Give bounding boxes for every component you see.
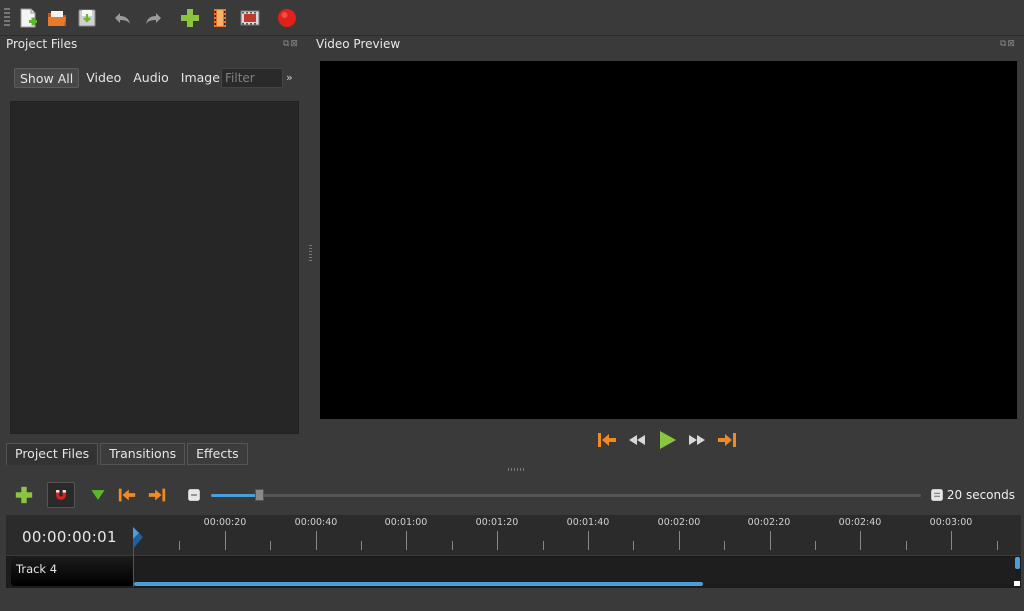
project-files-list[interactable]: [10, 101, 299, 434]
track-name: Track 4: [16, 562, 58, 576]
tab-transitions[interactable]: Transitions: [100, 443, 186, 465]
filter-image[interactable]: Image: [176, 68, 225, 88]
file-filter-tabs: Show All Video Audio Image: [14, 68, 225, 88]
time-label: 00:01:40: [566, 517, 610, 528]
add-marker-button[interactable]: [86, 484, 110, 506]
timeline-end-marker: [1014, 581, 1020, 586]
save-project-icon[interactable]: [74, 5, 100, 31]
play-button[interactable]: [656, 429, 678, 451]
video-preview-title: Video Preview: [316, 37, 401, 51]
jump-to-start-button[interactable]: [596, 429, 618, 451]
playback-controls: [596, 429, 738, 453]
major-tick: [679, 531, 680, 550]
time-label: 00:02:20: [747, 517, 791, 528]
time-label: 00:00:40: [294, 517, 338, 528]
current-timecode: 00:00:00:01: [22, 528, 117, 546]
toolbar-grip[interactable]: [4, 8, 10, 28]
time-label: 00:01:00: [384, 517, 428, 528]
major-tick: [225, 531, 226, 550]
major-tick: [406, 531, 407, 550]
minor-tick: [633, 541, 634, 550]
track-lane[interactable]: [134, 558, 1016, 584]
fast-forward-button[interactable]: [686, 429, 708, 451]
minor-tick: [452, 541, 453, 550]
rewind-icon: [629, 435, 645, 445]
marker-icon: [91, 490, 105, 500]
snapping-toggle-button[interactable]: [47, 482, 75, 508]
tab-effects[interactable]: Effects: [187, 443, 248, 465]
minor-tick: [270, 541, 271, 550]
video-preview-dock-buttons[interactable]: ⧉⊠: [1000, 39, 1016, 49]
play-icon: [660, 431, 676, 449]
record-icon[interactable]: [274, 5, 300, 31]
major-tick: [770, 531, 771, 550]
zoom-in-button[interactable]: [925, 484, 949, 506]
fast-forward-icon: [689, 435, 705, 445]
rewind-button[interactable]: [626, 429, 648, 451]
jump-end-icon: [718, 433, 736, 447]
filter-input[interactable]: [221, 68, 283, 88]
choose-profile-icon[interactable]: [207, 5, 233, 31]
zoom-out-icon: [188, 489, 200, 501]
jump-to-end-button[interactable]: [716, 429, 738, 451]
major-tick: [860, 531, 861, 550]
jump-start-icon: [598, 433, 616, 447]
undo-icon[interactable]: [110, 5, 136, 31]
zoom-level-label: 20 seconds: [946, 488, 1015, 502]
timeline-scrollbar[interactable]: [134, 582, 703, 586]
major-tick: [316, 531, 317, 550]
timeline-scroll-handle[interactable]: [1015, 557, 1020, 569]
export-video-icon[interactable]: [237, 5, 263, 31]
tab-project-files[interactable]: Project Files: [6, 443, 99, 465]
zoom-slider-track[interactable]: [211, 494, 921, 497]
project-files-dock-buttons[interactable]: ⧉⊠: [283, 39, 299, 49]
zoom-in-icon: [931, 489, 943, 501]
filter-show-all[interactable]: Show All: [14, 68, 80, 88]
minor-tick: [179, 541, 180, 550]
project-files-title: Project Files: [6, 37, 78, 51]
previous-marker-button[interactable]: [115, 484, 139, 506]
add-track-icon: [15, 486, 33, 504]
previous-marker-icon: [118, 488, 136, 502]
main-toolbar: [0, 0, 1024, 36]
video-preview-screen: [320, 61, 1017, 419]
toolbar-extension-button[interactable]: »: [286, 71, 293, 84]
minor-tick: [815, 541, 816, 550]
dock-tabs: Project Files Transitions Effects: [6, 443, 250, 465]
open-project-icon[interactable]: [44, 5, 70, 31]
minor-tick: [906, 541, 907, 550]
new-project-icon[interactable]: [15, 5, 41, 31]
zoom-out-button[interactable]: [182, 484, 206, 506]
add-track-button[interactable]: [12, 484, 36, 506]
major-tick: [588, 531, 589, 550]
major-tick: [951, 531, 952, 550]
time-label: 00:02:40: [838, 517, 882, 528]
minor-tick: [543, 541, 544, 550]
horizontal-splitter-handle[interactable]: [508, 468, 524, 471]
import-files-icon[interactable]: [177, 5, 203, 31]
minor-tick: [997, 541, 998, 550]
major-tick: [497, 531, 498, 550]
time-label: 00:01:20: [475, 517, 519, 528]
magnet-icon: [56, 490, 66, 500]
filter-audio[interactable]: Audio: [128, 68, 174, 88]
time-label: 00:00:20: [203, 517, 247, 528]
playhead-line: [133, 540, 134, 587]
next-marker-icon: [148, 488, 166, 502]
redo-icon[interactable]: [140, 5, 166, 31]
time-label: 00:02:00: [657, 517, 701, 528]
zoom-slider-handle[interactable]: [255, 489, 264, 501]
minor-tick: [724, 541, 725, 550]
time-label: 00:03:00: [929, 517, 973, 528]
zoom-slider-fill: [211, 494, 259, 497]
filter-video[interactable]: Video: [81, 68, 126, 88]
vertical-splitter-handle[interactable]: [309, 245, 312, 261]
next-marker-button[interactable]: [145, 484, 169, 506]
minor-tick: [361, 541, 362, 550]
